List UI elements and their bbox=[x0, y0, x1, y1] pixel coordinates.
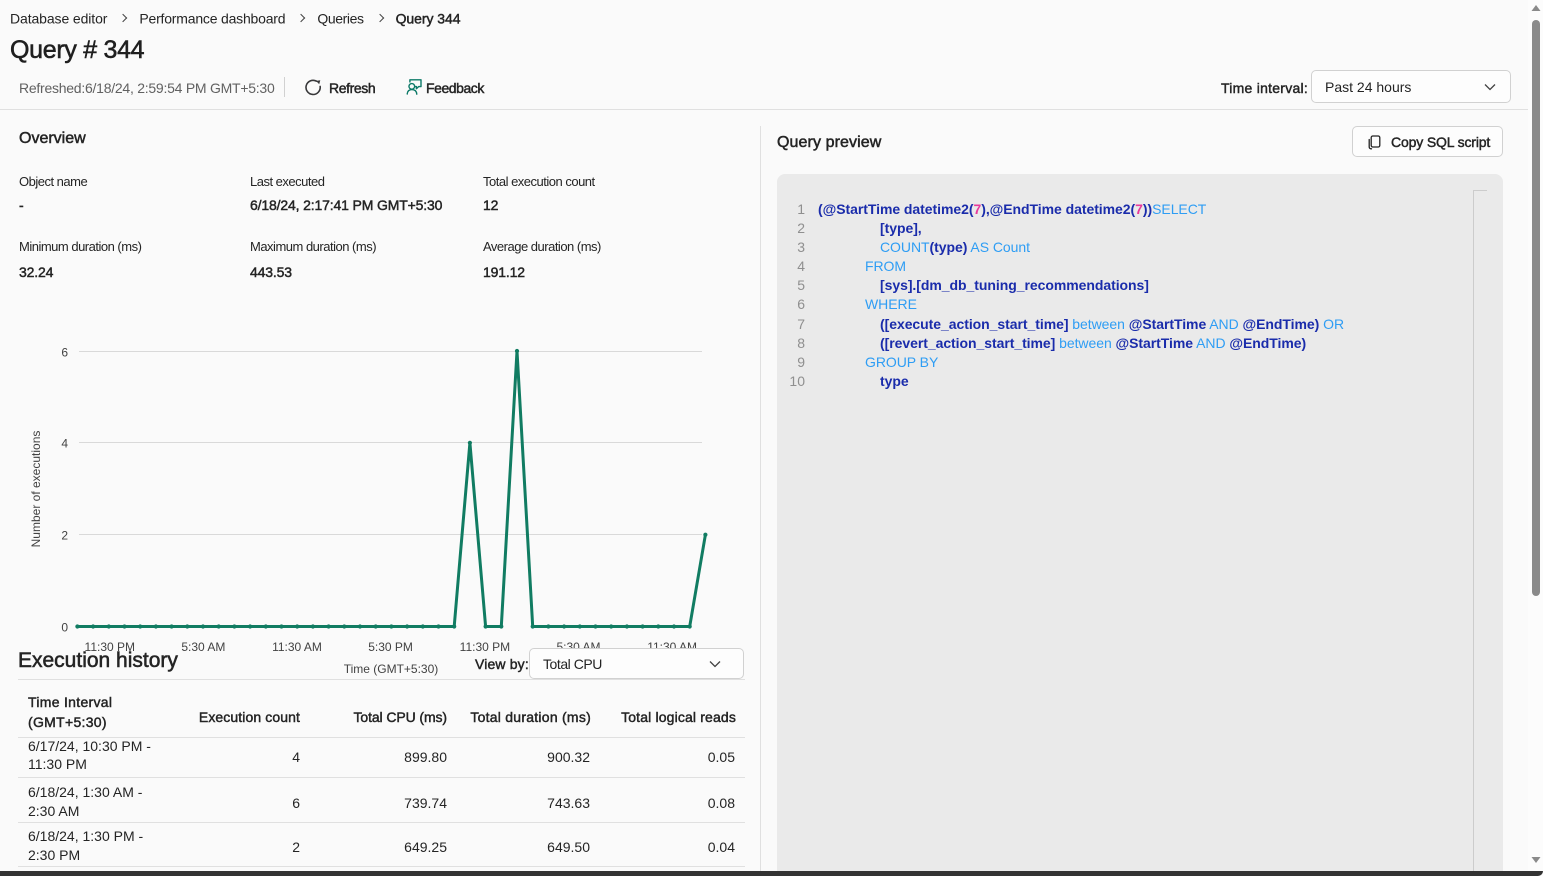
svg-text:2: 2 bbox=[61, 529, 68, 543]
svg-text:Time (GMT+5:30): Time (GMT+5:30) bbox=[344, 662, 439, 676]
svg-text:11:30 AM: 11:30 AM bbox=[272, 640, 322, 654]
svg-text:5:30 AM: 5:30 AM bbox=[181, 640, 225, 654]
svg-text:0: 0 bbox=[61, 621, 68, 635]
svg-text:Number of executions: Number of executions bbox=[29, 431, 43, 548]
svg-text:5:30 PM: 5:30 PM bbox=[368, 640, 413, 654]
svg-text:11:30 PM: 11:30 PM bbox=[460, 640, 510, 654]
svg-text:4: 4 bbox=[61, 437, 68, 451]
